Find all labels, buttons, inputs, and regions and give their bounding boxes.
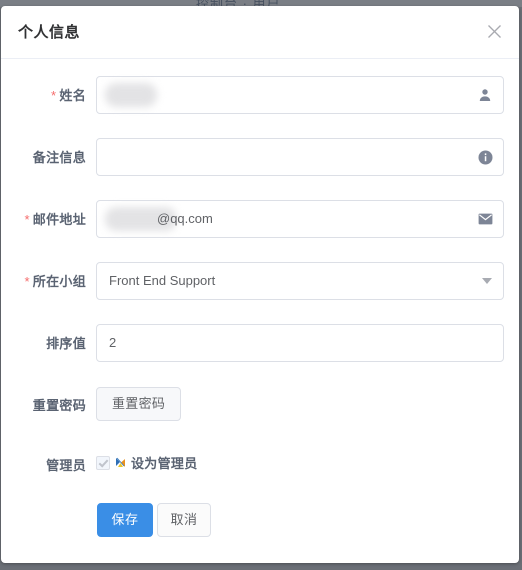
label-sort-text: 排序值 (46, 336, 86, 351)
dialog-header: 个人信息 (1, 6, 519, 59)
sort-input[interactable]: 2 (96, 324, 504, 362)
label-name-text: 姓名 (59, 88, 86, 103)
label-email-text: 邮件地址 (32, 212, 86, 227)
required-asterisk: * (24, 274, 30, 289)
chevron-down-icon[interactable] (482, 278, 492, 284)
email-input-value: @qq.com (157, 211, 213, 226)
info-icon (476, 148, 494, 166)
close-icon[interactable] (481, 18, 507, 44)
form-row-email: * 邮件地址 @qq.com (1, 191, 519, 253)
page-title: 个人信息 (18, 24, 81, 41)
form-row-reset-password: 重置密码 重置密码 (1, 377, 519, 439)
label-admin-text: 管理员 (46, 458, 86, 473)
name-input[interactable] (96, 76, 504, 114)
label-group-text: 所在小组 (32, 274, 86, 289)
broken-image-icon (115, 456, 126, 469)
admin-checkbox-label: 设为管理员 (131, 456, 198, 471)
required-asterisk: * (24, 212, 30, 227)
group-select[interactable]: Front End Support (96, 262, 504, 300)
mail-icon (476, 210, 494, 228)
required-asterisk: * (51, 88, 57, 103)
admin-checkbox-group[interactable]: 设为管理员 (96, 453, 198, 472)
personal-info-dialog: 个人信息 * 姓名 备注信息 * 邮件地址 @qq.com * 所在小组 Fro… (1, 6, 519, 563)
label-reset-password: 重置密码 (1, 395, 86, 414)
sort-input-value: 2 (109, 335, 117, 350)
dialog-body: * 姓名 备注信息 * 邮件地址 @qq.com * 所在小组 Front En… (1, 59, 519, 551)
label-admin: 管理员 (1, 455, 86, 474)
reset-password-button[interactable]: 重置密码 (96, 387, 182, 421)
cancel-button[interactable]: 取消 (157, 503, 211, 537)
label-reset-password-text: 重置密码 (32, 398, 86, 413)
group-select-value: Front End Support (109, 273, 216, 288)
label-remark: 备注信息 (1, 147, 86, 166)
form-row-remark: 备注信息 (1, 129, 519, 191)
label-group: * 所在小组 (1, 271, 86, 290)
admin-checkbox[interactable] (96, 455, 110, 470)
email-input[interactable]: @qq.com (96, 200, 504, 238)
dialog-footer: 保存 取消 (1, 491, 519, 551)
label-sort: 排序值 (1, 333, 86, 352)
form-row-name: * 姓名 (1, 67, 519, 129)
remark-input[interactable] (96, 138, 504, 176)
form-row-sort: 排序值 2 (1, 315, 519, 377)
save-button[interactable]: 保存 (97, 503, 153, 537)
user-icon (476, 86, 494, 104)
label-name: * 姓名 (1, 85, 86, 104)
label-remark-text: 备注信息 (32, 150, 86, 165)
name-redaction (105, 83, 157, 107)
label-email: * 邮件地址 (1, 209, 86, 228)
form-row-group: * 所在小组 Front End Support (1, 253, 519, 315)
form-row-admin: 管理员 设为管理员 (1, 439, 519, 491)
